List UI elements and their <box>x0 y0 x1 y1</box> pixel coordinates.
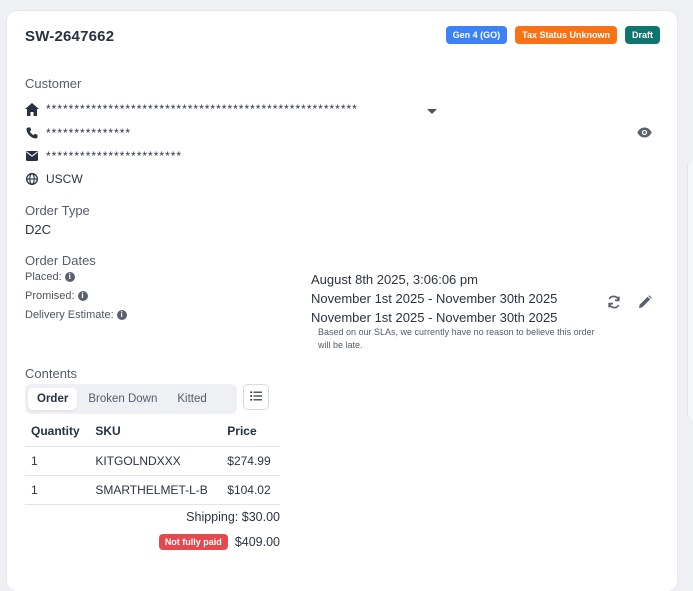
promised-label-row: Promised: i <box>25 290 88 302</box>
delivery-label-row: Delivery Estimate: i <box>25 309 127 321</box>
order-card: SW-2647662 Gen 4 (GO) Tax Status Unknown… <box>7 11 677 591</box>
list-icon <box>250 388 262 406</box>
column-header-quantity: Quantity <box>25 416 90 447</box>
row-price: $104.02 <box>221 475 280 505</box>
tab-broken-down[interactable]: Broken Down <box>79 388 166 410</box>
row-sku: KITGOLNDXXX <box>89 446 222 476</box>
info-icon[interactable]: i <box>64 272 75 282</box>
tab-kitted[interactable]: Kitted <box>168 388 215 410</box>
mail-icon <box>25 149 39 163</box>
customer-email: ************************ <box>46 149 183 163</box>
generation-badge: Gen 4 (GO) <box>445 26 508 44</box>
contents-label: Contents <box>25 366 78 381</box>
row-sku: SMARTHELMET-L-B <box>89 475 222 505</box>
column-header-sku: SKU <box>89 416 222 447</box>
contents-tabs: Order Broken Down Kitted <box>25 384 237 414</box>
customer-region-row: USCW <box>25 172 83 186</box>
tax-status-badge: Tax Status Unknown <box>515 26 617 44</box>
order-id-title: SW-2647662 <box>25 28 115 45</box>
customer-phone: *************** <box>46 126 132 140</box>
refresh-icon[interactable] <box>607 295 623 311</box>
order-type-value: D2C <box>25 222 52 237</box>
list-view-button[interactable] <box>243 384 269 410</box>
customer-address: ****************************************… <box>46 102 358 116</box>
status-badges: Gen 4 (GO) Tax Status Unknown Draft <box>445 26 660 44</box>
customer-phone-row: *************** <box>25 126 131 140</box>
order-total: $409.00 <box>234 535 280 549</box>
table-header-row: Quantity SKU Price <box>25 416 280 447</box>
promised-label: Promised: <box>25 290 75 302</box>
shipping-total: Shipping: $30.00 <box>186 510 280 524</box>
tab-order[interactable]: Order <box>28 388 78 410</box>
draft-badge: Draft <box>624 26 660 44</box>
order-dates-label: Order Dates <box>25 253 96 268</box>
info-icon[interactable]: i <box>77 291 88 301</box>
home-icon <box>25 102 39 116</box>
placed-value: August 8th 2025, 3:06:06 pm <box>311 272 478 287</box>
delivery-estimate-value: November 1st 2025 - November 30th 2025 <box>311 310 558 325</box>
placed-label-row: Placed: i <box>25 271 75 283</box>
globe-icon <box>25 172 39 186</box>
table-row: 1 KITGOLNDXXX $274.99 <box>25 446 280 476</box>
phone-icon <box>25 126 39 140</box>
row-price: $274.99 <box>221 446 280 476</box>
side-panel-edge <box>687 160 693 420</box>
column-header-price: Price <box>221 416 280 447</box>
order-type-label: Order Type <box>25 203 90 218</box>
eye-icon[interactable] <box>637 125 652 143</box>
shipping-summary: Shipping: $30.00 <box>186 510 280 524</box>
customer-email-row: ************************ <box>25 149 182 163</box>
payment-status-badge: Not fully paid <box>158 534 228 550</box>
customer-address-row: ****************************************… <box>25 102 358 116</box>
placed-label: Placed: <box>25 271 62 283</box>
sla-note: Based on our SLAs, we currently have no … <box>318 327 595 350</box>
order-total-row: Not fully paid $409.00 <box>158 534 280 550</box>
customer-region: USCW <box>46 172 83 186</box>
row-quantity: 1 <box>25 475 90 505</box>
contents-table: Quantity SKU Price 1 KITGOLNDXXX $274.99… <box>25 416 280 505</box>
row-quantity: 1 <box>25 446 90 476</box>
info-icon[interactable]: i <box>116 310 127 320</box>
customer-label: Customer <box>25 76 82 91</box>
delivery-estimate-label: Delivery Estimate: <box>25 309 114 321</box>
chevron-down-icon[interactable] <box>427 109 437 114</box>
table-row: 1 SMARTHELMET-L-B $104.02 <box>25 475 280 505</box>
promised-value: November 1st 2025 - November 30th 2025 <box>311 291 558 306</box>
pencil-icon[interactable] <box>638 295 654 311</box>
